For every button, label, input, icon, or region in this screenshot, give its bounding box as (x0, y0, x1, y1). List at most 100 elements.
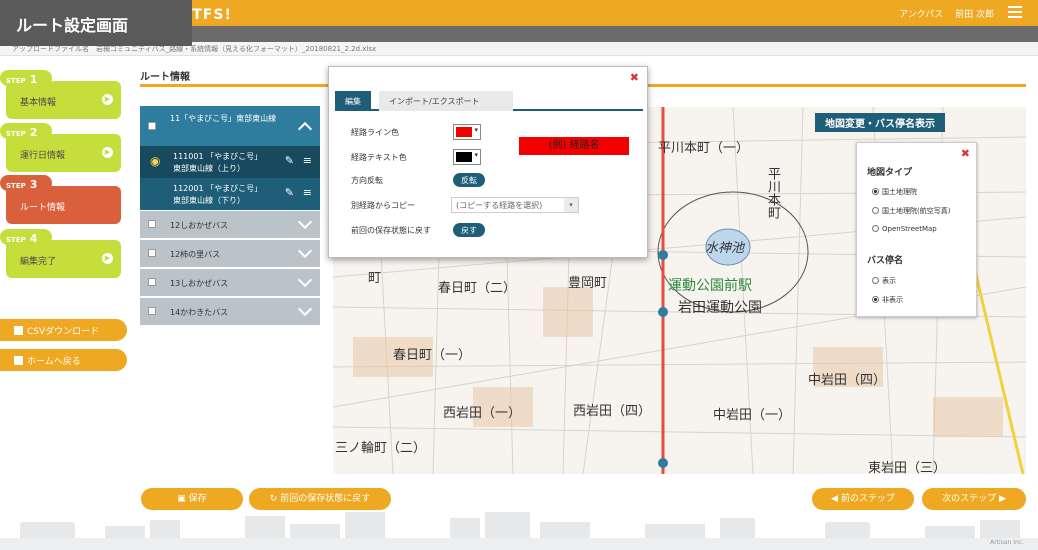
map-type-option[interactable]: 国土地理院 (872, 187, 917, 197)
route-group-title: 11「やまびこ号」東部東山線 (170, 114, 277, 123)
map-change-button[interactable]: 地図変更・バス停名表示 (815, 113, 945, 132)
option-label: 国土地理院 (882, 188, 917, 196)
map-label: 東岩田（三） (868, 461, 947, 474)
chevron-down-icon[interactable] (297, 272, 313, 288)
route-pattern-item[interactable]: 112001 「やまびこ号」 東部東山線（下り） ✎ ≡ (140, 178, 320, 210)
route-name: 12しおかぜバス (170, 221, 229, 230)
route-row[interactable]: 12しおかぜバス (140, 211, 320, 238)
csv-download-button[interactable]: CSVダウンロード (0, 319, 127, 341)
app-window: カンタンGTFS! アンクパス 前田 次郎 アップロードファイル名 岩槻コミュニ… (0, 0, 1038, 550)
pattern-title: 111001 「やまびこ号」 (173, 152, 263, 161)
option-label: 非表示 (882, 296, 903, 304)
step-tag: STEP (6, 130, 26, 138)
copyright: Artisan Inc. (990, 539, 1024, 546)
edit-icon[interactable]: ✎ (285, 186, 294, 199)
map-label: 水神池 (705, 241, 745, 256)
edit-icon[interactable]: ✎ (285, 154, 294, 167)
route-checkbox[interactable] (148, 249, 156, 257)
tab-edit[interactable]: 編集 (335, 91, 371, 111)
chevron-right-icon: ▶ (102, 253, 113, 264)
save-icon: ▣ (177, 494, 189, 504)
map-label: 町 (368, 271, 382, 286)
chevron-up-icon[interactable] (297, 121, 313, 137)
line-color-picker[interactable]: ▾ (453, 124, 481, 140)
option-label: 表示 (882, 277, 896, 285)
map-label: 平川本町（一） (658, 141, 750, 156)
line-color-label: 経路ライン色 (351, 128, 399, 137)
route-pattern-item[interactable]: ◉ 111001 「やまびこ号」 東部東山線（上り） ✎ ≡ (140, 146, 320, 178)
map-label: 西岩田（四） (573, 404, 652, 419)
map-label: 春日町（二） (438, 281, 517, 296)
user-name: アンクパス 前田 次郎 (899, 10, 994, 20)
route-row[interactable]: 12柿の里バス (140, 240, 320, 267)
step-4-complete[interactable]: STEP 4 編集完了 ▶ (0, 229, 121, 278)
home-button[interactable]: ホームへ戻る (0, 349, 127, 371)
restore-button[interactable]: 戻す (453, 223, 485, 237)
chevron-down-icon[interactable] (297, 301, 313, 317)
option-label: OpenStreetMap (882, 225, 937, 233)
step-1-basic-info[interactable]: STEP 1 基本情報 ▶ (0, 70, 121, 119)
step-label: ルート情報 (20, 203, 66, 213)
previous-step-button[interactable]: ◀ 前のステップ (812, 488, 914, 510)
color-swatch (456, 152, 472, 162)
copy-route-select[interactable]: (コピーする経路を選択) ▾ (451, 197, 579, 213)
reverse-button[interactable]: 反転 (453, 173, 485, 187)
list-icon[interactable]: ≡ (303, 154, 312, 167)
step-2-service-days[interactable]: STEP 2 運行日情報 ▶ (0, 123, 121, 172)
chevron-down-icon[interactable] (297, 214, 313, 230)
option-label: 国土地理院(航空写真) (882, 207, 951, 215)
map-type-title: 地図タイプ (867, 168, 913, 178)
bus-stop-title: バス停名 (867, 256, 904, 266)
route-section-title: ルート情報 (140, 72, 190, 83)
save-button[interactable]: ▣ 保存 (141, 488, 243, 510)
map-label: 豊岡町 (568, 276, 608, 291)
map-label: 運動公園前駅 (668, 278, 752, 294)
chevron-down-icon[interactable] (297, 243, 313, 259)
route-row[interactable]: 14かわきたバス (140, 298, 320, 325)
tab-import-export[interactable]: インポート/エクスポート (379, 91, 513, 111)
next-step-button[interactable]: 次のステップ ▶ (922, 488, 1026, 510)
map-settings-panel: ✖ 地図タイプ 国土地理院 国土地理院(航空写真) OpenStreetMap … (856, 142, 977, 317)
select-placeholder: (コピーする経路を選択) (456, 201, 543, 210)
restore-previous-label: 前回の保存状態に戻す (280, 494, 371, 504)
route-checkbox[interactable] (148, 307, 156, 315)
route-checkbox[interactable] (148, 122, 156, 130)
route-checkbox[interactable] (148, 220, 156, 228)
close-icon[interactable]: ✖ (961, 147, 970, 160)
text-color-label: 経路テキスト色 (351, 153, 407, 162)
color-swatch (456, 127, 472, 137)
footer: Artisan Inc. (0, 538, 1038, 550)
text-color-picker[interactable]: ▾ (453, 149, 481, 165)
map-type-option[interactable]: OpenStreetMap (872, 225, 937, 233)
screen-caption: ルート設定画面 (0, 0, 192, 46)
route-group-header[interactable]: 11「やまびこ号」東部東山線 (140, 106, 320, 146)
route-checkbox[interactable] (148, 278, 156, 286)
restore-icon: ↻ (269, 494, 281, 504)
home-label: ホームへ戻る (27, 357, 81, 367)
list-icon[interactable]: ≡ (303, 186, 312, 199)
document-icon (14, 356, 23, 365)
route-row[interactable]: 13しおかぜバス (140, 269, 320, 296)
step-number: 1 (29, 73, 38, 86)
route-name: 14かわきたバス (170, 308, 229, 317)
route-edit-dialog: ✖ 編集 インポート/エクスポート 経路ライン色 ▾ (例) 経路名 経路テキス… (328, 66, 648, 258)
bus-stop-option[interactable]: 非表示 (872, 295, 903, 305)
hamburger-menu-icon[interactable] (1008, 6, 1022, 18)
close-icon[interactable]: ✖ (630, 71, 639, 84)
step-tag: STEP (6, 182, 26, 190)
map-label: 西岩田（一） (443, 406, 522, 421)
dialog-tabs: 編集 インポート/エクスポート (335, 89, 643, 111)
download-icon (14, 326, 23, 335)
pattern-direction: 東部東山線（上り） (173, 164, 245, 173)
restore-previous-button[interactable]: ↻ 前回の保存状態に戻す (249, 488, 391, 510)
map-label: 岩田運動公園 (678, 300, 762, 316)
bus-stop-option[interactable]: 表示 (872, 276, 896, 286)
eye-icon[interactable]: ◉ (150, 154, 160, 168)
step-3-route-info[interactable]: STEP 3 ルート情報 (0, 175, 121, 224)
step-label: 運行日情報 (20, 151, 66, 161)
pattern-title: 112001 「やまびこ号」 (173, 184, 263, 193)
map-type-option[interactable]: 国土地理院(航空写真) (872, 206, 950, 216)
chevron-right-icon: ▶ (102, 147, 113, 158)
map-label: 平川本町 (765, 167, 780, 219)
map-label: 中岩田（四） (808, 373, 887, 388)
